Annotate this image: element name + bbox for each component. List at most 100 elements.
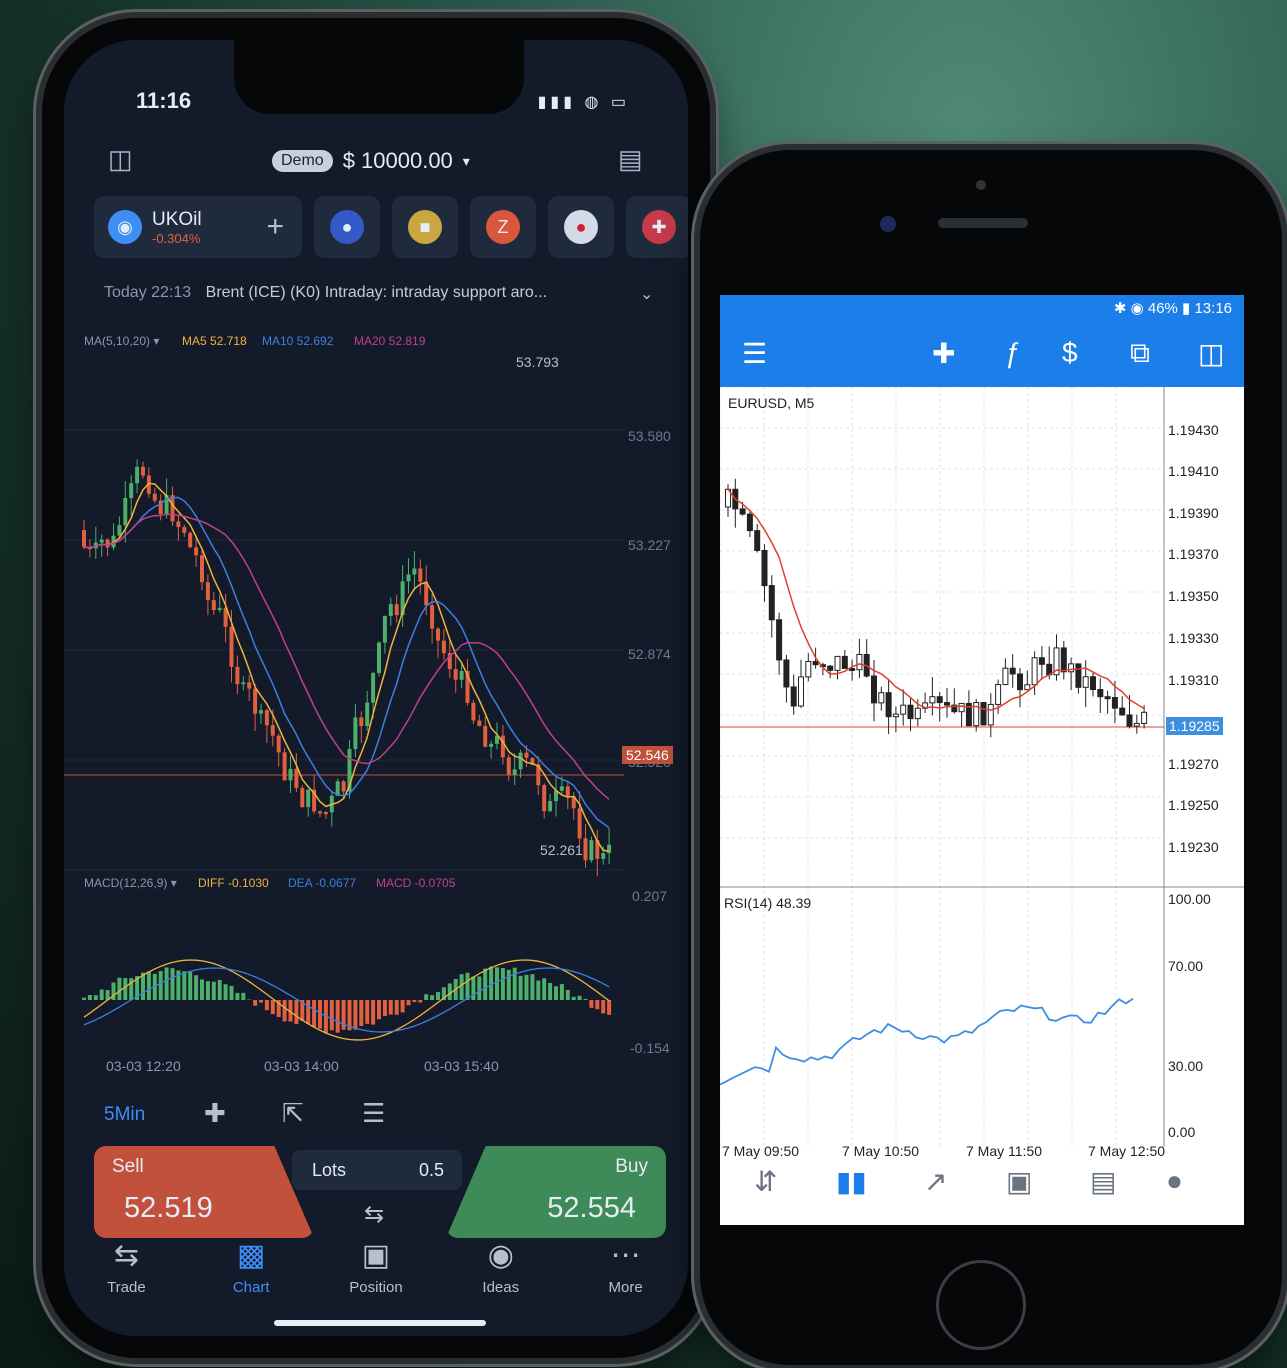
candle-body — [477, 720, 482, 726]
candle-body — [958, 702, 965, 713]
timeframe-selector[interactable]: 5Min — [104, 1104, 145, 1126]
macd-bar — [194, 975, 199, 1000]
nav-chart[interactable]: ▩ Chart — [201, 1238, 301, 1308]
macd-bar — [329, 1000, 334, 1031]
macd-bar — [559, 984, 564, 1000]
gold-icon: ■ — [408, 210, 442, 244]
sell-label: Sell — [112, 1156, 144, 1177]
crosshair-icon[interactable]: ✚ — [932, 337, 955, 370]
watchlist-icon[interactable]: ◫ — [108, 144, 133, 175]
symbol-name: UKOil — [152, 208, 202, 230]
candle-body — [217, 607, 222, 611]
new-order-icon[interactable]: ◫ — [1198, 337, 1224, 370]
quotes-tab-icon[interactable]: ⇵ — [754, 1165, 777, 1198]
macd-bar — [359, 1000, 364, 1027]
candle-body — [565, 786, 570, 797]
time-axis-label: 03-03 14:00 — [264, 1058, 339, 1074]
fullscreen-icon[interactable]: ⇱ — [282, 1098, 304, 1129]
symbol-tab-gold[interactable]: ■ — [392, 196, 458, 258]
macd-bar — [306, 1000, 311, 1024]
macd-indicator-label[interactable]: MACD(12,26,9) ▾ — [84, 876, 177, 890]
macd-bar — [400, 1000, 405, 1013]
windows-icon[interactable]: ⧉ — [1130, 337, 1150, 370]
candle-body — [253, 688, 258, 714]
swap-icon[interactable]: ⇆ — [364, 1200, 384, 1229]
macd-bar — [495, 967, 499, 1000]
buy-label: Buy — [615, 1156, 648, 1177]
price-axis-label: 1.19310 — [1168, 672, 1219, 688]
candle-body — [1119, 707, 1126, 716]
candle-body — [987, 703, 994, 726]
candle-body — [294, 768, 299, 788]
nav-label: Ideas — [482, 1279, 520, 1296]
candle-body — [394, 604, 399, 616]
symbol-tab-index[interactable]: Z — [470, 196, 536, 258]
candle-body — [542, 785, 547, 812]
crosshair-icon[interactable]: ✚ — [204, 1098, 226, 1129]
candle-body — [483, 725, 488, 747]
symbol-tabs: ◉ UKOil -0.304% + ● ■ Z ● ✚ — [94, 196, 688, 258]
symbol-tab-usdjpy[interactable]: ● — [548, 196, 614, 258]
candle-body — [359, 717, 364, 727]
trading-app-screen: 11:16 ▮▮▮ ◍ ▭ ◫ Demo $ 10000.00 ▾ ▤ ◉ UK… — [64, 40, 688, 1336]
nav-trade[interactable]: ⇆ Trade — [76, 1238, 176, 1308]
trade-icon: ⇆ — [113, 1239, 139, 1272]
candle-body — [176, 521, 181, 528]
symbol-switch-icon[interactable]: $ — [1062, 337, 1078, 369]
symbol-tab-gbpusd[interactable]: ✚ — [626, 196, 688, 258]
candle-body — [235, 666, 240, 685]
history-tab-icon[interactable]: ▣ — [1006, 1165, 1032, 1198]
current-price-tag: 52.546 — [622, 746, 673, 764]
chart-tab-icon[interactable]: ▮▮ — [836, 1165, 867, 1198]
ma-indicator-label[interactable]: MA(5,10,20) ▾ — [84, 334, 159, 348]
macd-bar — [146, 971, 151, 1000]
macd-bar — [259, 1000, 263, 1003]
nav-more[interactable]: ⋯ More — [576, 1238, 676, 1308]
menu-icon[interactable]: ☰ — [742, 337, 767, 370]
account-balance[interactable]: Demo $ 10000.00 ▾ — [272, 148, 470, 174]
buy-button[interactable]: Buy 52.554 — [446, 1146, 666, 1238]
macd-bar — [500, 968, 505, 1000]
macd-bar — [164, 967, 169, 1000]
macd-bar — [229, 985, 234, 1000]
sell-button[interactable]: Sell 52.519 — [94, 1146, 314, 1238]
macd-bar — [235, 992, 240, 1000]
candle-body — [812, 660, 819, 666]
demo-badge: Demo — [272, 150, 333, 172]
news-ticker[interactable]: Today 22:13 Brent (ICE) (K0) Intraday: i… — [104, 284, 674, 302]
candle-body — [441, 640, 446, 654]
candle-body — [170, 495, 175, 522]
indicators-icon[interactable]: ƒ — [1004, 337, 1020, 369]
eurusd-chart[interactable] — [720, 387, 1244, 1147]
messages-tab-icon[interactable]: ● — [1166, 1165, 1183, 1197]
chart-symbol-label: EURUSD, M5 — [728, 395, 815, 411]
low-price-label: 52.261 — [540, 842, 583, 858]
add-symbol-icon[interactable]: + — [266, 210, 284, 244]
macd-diff-value: DIFF -0.1030 — [198, 876, 269, 890]
candle-body — [318, 811, 322, 814]
home-button[interactable] — [936, 1260, 1026, 1350]
symbol-tab-ukoil[interactable]: ◉ UKOil -0.304% + — [94, 196, 302, 258]
macd-bar — [223, 984, 228, 1000]
settings-sliders-icon[interactable]: ☰ — [362, 1098, 385, 1129]
chevron-down-icon[interactable]: ⌄ — [640, 284, 653, 304]
candle-body — [406, 574, 411, 582]
price-axis-label: 1.19350 — [1168, 588, 1219, 604]
lots-value: 0.5 — [418, 1160, 444, 1180]
macd-bar — [518, 975, 523, 1000]
macd-bar — [388, 1000, 393, 1015]
nav-ideas[interactable]: ◉ Ideas — [451, 1238, 551, 1308]
nav-position[interactable]: ▣ Position — [326, 1238, 426, 1308]
candle-body — [99, 539, 104, 543]
wallet-icon[interactable]: ▤ — [618, 144, 643, 175]
trade-tab-icon[interactable]: ↗ — [924, 1165, 947, 1198]
rsi-axis-label: 0.00 — [1168, 1124, 1196, 1140]
candle-body — [1017, 673, 1023, 691]
lots-field[interactable]: Lots 0.5 — [292, 1150, 462, 1190]
candle-body — [141, 466, 145, 476]
symbol-change: -0.304% — [152, 230, 201, 246]
symbol-tab-eurusd[interactable]: ● — [314, 196, 380, 258]
candlestick-chart[interactable] — [64, 350, 688, 1070]
news-tab-icon[interactable]: ▤ — [1090, 1165, 1116, 1198]
candle-body — [1068, 663, 1075, 673]
